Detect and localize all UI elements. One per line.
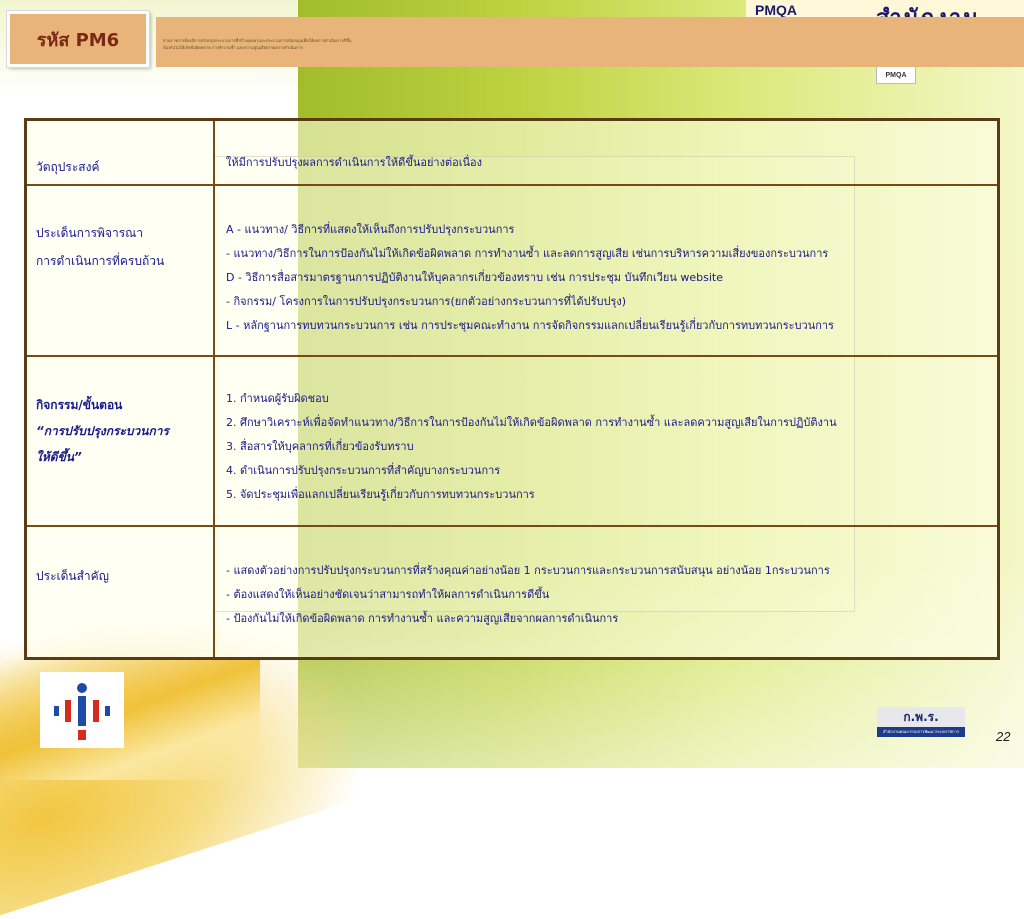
pmqa-label: PMQA bbox=[755, 2, 797, 18]
row-label: ประเด็นสำคัญ bbox=[36, 569, 109, 583]
ocsc-logo-name: ก.พ.ร. bbox=[877, 707, 965, 727]
content-line: L - หลักฐานการทบทวนกระบวนการ เช่น การประ… bbox=[226, 319, 834, 332]
row-label: “การปรับปรุงกระบวนการ bbox=[36, 424, 169, 438]
ocsc-logo-subtitle: สำนักงานคณะกรรมการพัฒนาระบบราชการ bbox=[877, 727, 965, 737]
content-line: - แสดงตัวอย่างการปรับปรุงกระบวนการที่สร้… bbox=[226, 564, 830, 577]
row-label: วัตถุประสงค์ bbox=[36, 160, 100, 174]
row-content-cell: A - แนวทาง/ วิธีการที่แสดงให้เห็นถึงการป… bbox=[215, 186, 997, 355]
org-logo-icon bbox=[40, 672, 124, 748]
content-line: ให้มีการปรับปรุงผลการดำเนินการให้ดีขึ้นอ… bbox=[226, 156, 482, 169]
content-line: 4. ดำเนินการปรับปรุงกระบวนการที่สำคัญบาง… bbox=[226, 464, 501, 477]
content-line: - ต้องแสดงให้เห็นอย่างชัดเจนว่าสามารถทำใ… bbox=[226, 588, 550, 601]
content-line: A - แนวทาง/ วิธีการที่แสดงให้เห็นถึงการป… bbox=[226, 223, 515, 236]
table-row-activities: กิจกรรม/ขั้นตอน “การปรับปรุงกระบวนการ ให… bbox=[27, 357, 997, 527]
table-row-consideration: ประเด็นการพิจารณา การดำเนินการที่ครบถ้วน… bbox=[27, 186, 997, 357]
table-row-key-points: ประเด็นสำคัญ - แสดงตัวอย่างการปรับปรุงกร… bbox=[27, 527, 997, 657]
background-gold-swoosh-2 bbox=[0, 660, 260, 780]
row-label: ให้ดีขึ้น” bbox=[36, 450, 82, 464]
row-label-cell: กิจกรรม/ขั้นตอน “การปรับปรุงกระบวนการ ให… bbox=[27, 357, 215, 525]
content-line: - แนวทาง/วิธีการในการป้องกันไม่ให้เกิดข้… bbox=[226, 247, 829, 260]
row-content-cell: ให้มีการปรับปรุงผลการดำเนินการให้ดีขึ้นอ… bbox=[215, 121, 997, 184]
header-subtitle-line1: ส่วนราชการต้องมีการปรับปรุงกระบวนการที่ส… bbox=[163, 38, 352, 43]
content-line: 3. สื่อสารให้บุคลากรที่เกี่ยวข้องรับทราบ bbox=[226, 440, 414, 453]
page-number: 22 bbox=[996, 729, 1011, 744]
row-label: การดำเนินการที่ครบถ้วน bbox=[36, 254, 165, 268]
ocsc-logo: ก.พ.ร. สำนักงานคณะกรรมการพัฒนาระบบราชการ bbox=[877, 707, 965, 737]
row-content-cell: - แสดงตัวอย่างการปรับปรุงกระบวนการที่สร้… bbox=[215, 527, 997, 657]
content-line: - กิจกรรม/ โครงการในการปรับปรุงกระบวนการ… bbox=[226, 295, 627, 308]
code-label: รหัส PM6 bbox=[36, 29, 120, 51]
content-line: D - วิธีการสื่อสารมาตรฐานการปฏิบัติงานให… bbox=[226, 271, 723, 284]
row-label-cell: วัตถุประสงค์ bbox=[27, 121, 215, 184]
org-logo-graphic bbox=[54, 683, 110, 740]
row-label-cell: ประเด็นการพิจารณา การดำเนินการที่ครบถ้วน bbox=[27, 186, 215, 355]
row-label: ประเด็นการพิจารณา bbox=[36, 226, 144, 240]
table-row-objective: วัตถุประสงค์ ให้มีการปรับปรุงผลการดำเนิน… bbox=[27, 121, 997, 186]
content-line: 2. ศึกษาวิเคราะห์เพื่อจัดทำแนวทาง/วิธีกา… bbox=[226, 416, 837, 429]
criteria-table: วัตถุประสงค์ ให้มีการปรับปรุงผลการดำเนิน… bbox=[24, 118, 1000, 660]
code-badge: รหัส PM6 bbox=[7, 11, 149, 67]
row-label-cell: ประเด็นสำคัญ bbox=[27, 527, 215, 657]
header-subtitle-line2: ป้องกันไม่ให้เกิดข้อผิดพลาด การทำงานซ้ำ … bbox=[163, 45, 303, 50]
content-line: - ป้องกันไม่ให้เกิดข้อผิดพลาด การทำงานซ้… bbox=[226, 612, 619, 625]
pmqa-emblem-icon: PMQA bbox=[876, 64, 916, 84]
row-label: กิจกรรม/ขั้นตอน bbox=[36, 398, 123, 412]
row-content-cell: 1. กำหนดผู้รับผิดชอบ 2. ศึกษาวิเคราะห์เพ… bbox=[215, 357, 997, 525]
content-line: 5. จัดประชุมเพื่อแลกเปลี่ยนเรียนรู้เกี่ย… bbox=[226, 488, 535, 501]
content-line: 1. กำหนดผู้รับผิดชอบ bbox=[226, 392, 329, 405]
